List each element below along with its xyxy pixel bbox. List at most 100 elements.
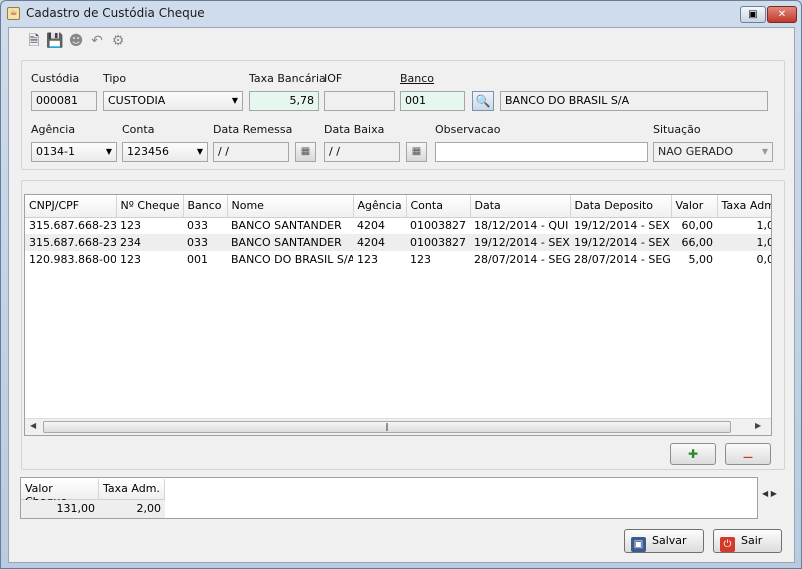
column-header[interactable]: Conta xyxy=(406,195,471,218)
calendar-icon[interactable]: ▦ xyxy=(406,142,427,162)
save-button[interactable]: ▣ Salvar xyxy=(624,529,704,553)
settings-icon[interactable]: ⚙ xyxy=(109,32,127,50)
save-icon[interactable]: 💾 xyxy=(46,32,64,50)
banco-label[interactable]: Banco xyxy=(400,72,434,85)
column-header[interactable]: Valor xyxy=(671,195,718,218)
cell: 123 xyxy=(120,253,141,266)
cell: BANCO DO BRASIL S/A xyxy=(231,253,353,266)
floppy-icon: ▣ xyxy=(631,537,646,552)
cell: 315.687.668-23 xyxy=(25,234,116,251)
cell: 0,00 xyxy=(756,253,772,266)
user-icon[interactable]: ☻ xyxy=(67,32,85,50)
observacao-field[interactable] xyxy=(435,142,648,162)
agencia-select[interactable]: 0134-1 ▼ xyxy=(31,142,117,162)
window: ☕ Cadastro de Custódia Cheque ▣ ✕ 🗎 💾 ☻ … xyxy=(0,0,802,569)
situacao-value: NAO GERADO xyxy=(658,145,734,158)
situacao-label: Situação xyxy=(653,123,701,136)
add-row-icon: ✚ xyxy=(687,447,699,461)
scrollbar-thumb[interactable]: ‖ xyxy=(43,421,731,433)
custodia-label: Custódia xyxy=(31,72,80,85)
iof-label: IOF xyxy=(324,72,343,85)
observacao-label: Observacao xyxy=(435,123,501,136)
new-document-icon[interactable]: 🗎 xyxy=(25,32,43,50)
cell: 01003827 xyxy=(410,219,466,233)
cell: 19/12/2014 - SEX xyxy=(570,234,671,251)
column-header[interactable]: Nº Cheque xyxy=(116,195,184,218)
taxa-bancaria-field[interactable]: 5,78 xyxy=(249,91,319,111)
cell: 123 xyxy=(410,253,431,266)
cell: 123 xyxy=(357,253,378,266)
chevron-down-icon: ▼ xyxy=(231,96,238,105)
chevron-down-icon: ▼ xyxy=(761,147,768,156)
save-button-label: Salvar xyxy=(652,534,687,547)
remove-row-button[interactable]: ⚊ xyxy=(725,443,771,465)
valor-cheque-header: Valor Cheque xyxy=(21,479,99,508)
exit-icon: ⏻ xyxy=(720,537,735,552)
custodia-field[interactable]: 000081 xyxy=(31,91,97,111)
cell: 28/07/2014 - SEG xyxy=(474,253,570,266)
conta-select[interactable]: 123456 ▼ xyxy=(122,142,208,162)
cell: 123 xyxy=(120,219,141,233)
horizontal-scrollbar[interactable]: ◀ ‖ ▶ xyxy=(25,418,771,435)
close-button[interactable]: ✕ xyxy=(767,6,797,23)
table-row[interactable]: 120.983.868-00 123 001 BANCO DO BRASIL S… xyxy=(25,251,772,268)
scroll-right-icon[interactable]: ▶ xyxy=(771,489,777,498)
tipo-value: CUSTODIA xyxy=(108,94,166,107)
cell: 4204 xyxy=(357,219,385,233)
search-icon: 🔍 xyxy=(475,94,491,108)
totals-table: Valor Cheque Taxa Adm. 131,00 2,00 xyxy=(20,477,758,519)
column-header[interactable]: Agência xyxy=(353,195,407,218)
column-header[interactable]: Nome xyxy=(227,195,354,218)
cell: 1,00 xyxy=(717,234,771,251)
banco-name-field: BANCO DO BRASIL S/A xyxy=(500,91,768,111)
iof-field[interactable] xyxy=(324,91,395,111)
tipo-select[interactable]: CUSTODIA ▼ xyxy=(103,91,243,111)
cell: 4204 xyxy=(353,234,406,251)
valor-cheque-total: 131,00 xyxy=(21,500,99,518)
cheques-table[interactable]: CNPJ/CPF Nº Cheque Banco Nome Agência Co… xyxy=(24,194,772,436)
column-header[interactable]: Taxa Adm xyxy=(717,195,771,218)
scroll-left-icon[interactable]: ◀ xyxy=(762,489,768,498)
table-row[interactable]: 315.687.668-23 234 033 BANCO SANTANDER 4… xyxy=(25,234,771,251)
column-header[interactable]: Banco xyxy=(183,195,228,218)
situacao-select[interactable]: NAO GERADO ▼ xyxy=(653,142,773,162)
java-app-icon: ☕ xyxy=(7,7,20,20)
cell: 66,00 xyxy=(671,234,717,251)
window-title: Cadastro de Custódia Cheque xyxy=(26,6,205,20)
cell: 28/07/2014 - SEG xyxy=(574,253,671,266)
cell: 033 xyxy=(187,219,208,233)
agencia-value: 0134-1 xyxy=(36,145,75,158)
scroll-right-icon[interactable]: ▶ xyxy=(755,421,761,430)
column-header[interactable]: CNPJ/CPF xyxy=(25,195,117,218)
remove-row-icon: ⚊ xyxy=(742,447,754,461)
column-header[interactable]: Data xyxy=(470,195,571,218)
conta-label: Conta xyxy=(122,123,155,136)
cell: 19/12/2014 - SEX xyxy=(470,234,570,251)
data-remessa-field[interactable]: / / xyxy=(213,142,289,162)
table-header: CNPJ/CPF Nº Cheque Banco Nome Agência Co… xyxy=(25,195,771,218)
title-bar: ☕ Cadastro de Custódia Cheque ▣ ✕ xyxy=(1,1,801,27)
totals-scroll-arrows[interactable]: ◀ ▶ xyxy=(762,489,777,498)
cell: 234 xyxy=(116,234,183,251)
data-baixa-field[interactable]: / / xyxy=(324,142,400,162)
undo-icon[interactable]: ↶ xyxy=(88,32,106,50)
taxa-bancaria-label: Taxa Bancária xyxy=(249,72,326,85)
maximize-button[interactable]: ▣ xyxy=(740,6,766,23)
calendar-icon[interactable]: ▦ xyxy=(295,142,316,162)
banco-code-field[interactable]: 001 xyxy=(400,91,465,111)
cell: 60,00 xyxy=(681,219,714,233)
cell: 001 xyxy=(187,253,208,266)
cell: 120.983.868-00 xyxy=(29,253,116,266)
column-header[interactable]: Data Deposito xyxy=(570,195,672,218)
tipo-label: Tipo xyxy=(103,72,127,85)
add-row-button[interactable]: ✚ xyxy=(670,443,716,465)
scroll-left-icon[interactable]: ◀ xyxy=(30,421,36,430)
search-bank-button[interactable]: 🔍 xyxy=(472,91,494,111)
exit-button[interactable]: ⏻ Sair xyxy=(713,529,782,553)
conta-value: 123456 xyxy=(127,145,169,158)
table-row[interactable]: 315.687.668-23 123 033 BANCO SANTANDER 4… xyxy=(25,217,772,234)
data-baixa-label: Data Baixa xyxy=(324,123,385,136)
cell: 18/12/2014 - QUI xyxy=(474,219,569,233)
cell: 5,00 xyxy=(688,253,714,266)
cell: 1,00 xyxy=(756,219,772,233)
